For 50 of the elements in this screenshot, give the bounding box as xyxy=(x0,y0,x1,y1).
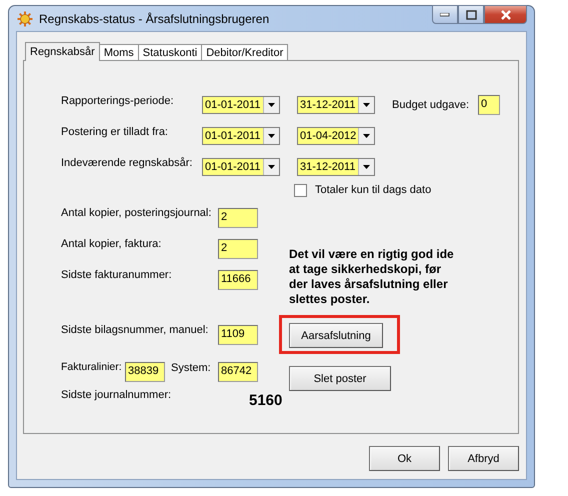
minimize-button[interactable] xyxy=(432,5,458,24)
sun-icon xyxy=(17,10,33,26)
checkbox[interactable] xyxy=(294,184,307,196)
field-label: Fakturalinier: xyxy=(61,361,123,373)
date-dropdown[interactable]: 01-01-2011 xyxy=(202,158,280,176)
dialog-button[interactable]: Afbryd xyxy=(448,446,519,471)
field-label: System: xyxy=(170,362,212,374)
date-dropdown[interactable]: 31-12-2011 xyxy=(297,96,375,114)
field-label: Rapporterings-periode: xyxy=(61,95,175,107)
field-label: Sidste bilagsnummer, manuel: xyxy=(61,324,210,336)
field-label: Antal kopier, faktura: xyxy=(61,238,162,250)
input-field[interactable]: 38839 xyxy=(125,362,165,382)
field-label: Antal kopier, posteringsjournal: xyxy=(61,207,212,219)
close-icon xyxy=(500,10,512,20)
tab[interactable]: Moms xyxy=(98,44,139,61)
close-button[interactable] xyxy=(484,5,527,24)
field-label: Indeværende regnskabsår: xyxy=(61,157,194,169)
caret-icon xyxy=(263,159,279,175)
tab[interactable]: Regnskabsår xyxy=(25,42,100,61)
journal-number: 5160 xyxy=(249,392,282,408)
window-title: Regnskabs-status - Årsafslutningsbrugeren xyxy=(39,12,270,26)
tab[interactable]: Statuskonti xyxy=(138,44,202,61)
caret-icon xyxy=(358,128,374,144)
input-field[interactable]: 2 xyxy=(218,208,258,228)
date-dropdown[interactable]: 01-01-2011 xyxy=(202,96,280,114)
maximize-button[interactable] xyxy=(458,5,484,24)
date-dropdown[interactable]: 01-01-2011 xyxy=(202,127,280,145)
field-label: Sidste journalnummer: xyxy=(61,389,172,401)
input-field[interactable]: 0 xyxy=(478,95,500,115)
input-field[interactable]: 86742 xyxy=(218,362,258,382)
action-button[interactable]: Aarsafslutning xyxy=(289,323,383,348)
input-field[interactable]: 1109 xyxy=(218,325,258,345)
checkbox-label: Totaler kun til dags dato xyxy=(315,184,432,196)
minimize-icon xyxy=(440,12,450,16)
field-label: Sidste fakturanummer: xyxy=(61,269,173,281)
input-field[interactable]: 2 xyxy=(218,239,258,259)
caret-icon xyxy=(263,128,279,144)
field-label: Budget udgave: xyxy=(392,99,470,111)
caret-icon xyxy=(358,159,374,175)
notice-text: Det vil være en rigtig god ide at tage sikkerhedskopi, før der laves årsafslutning eller slettes poster. xyxy=(289,247,455,307)
date-dropdown[interactable]: 31-12-2011 xyxy=(297,158,375,176)
dialog-button[interactable]: Ok xyxy=(369,446,440,471)
caret-icon xyxy=(263,97,279,113)
maximize-icon xyxy=(466,10,476,20)
input-field[interactable]: 11666 xyxy=(218,270,258,290)
tab[interactable]: Debitor/Kreditor xyxy=(201,44,288,61)
caret-icon xyxy=(358,97,374,113)
field-label: Postering er tilladt fra: xyxy=(61,126,169,138)
date-dropdown[interactable]: 01-04-2012 xyxy=(297,127,375,145)
action-button[interactable]: Slet poster xyxy=(289,366,391,391)
